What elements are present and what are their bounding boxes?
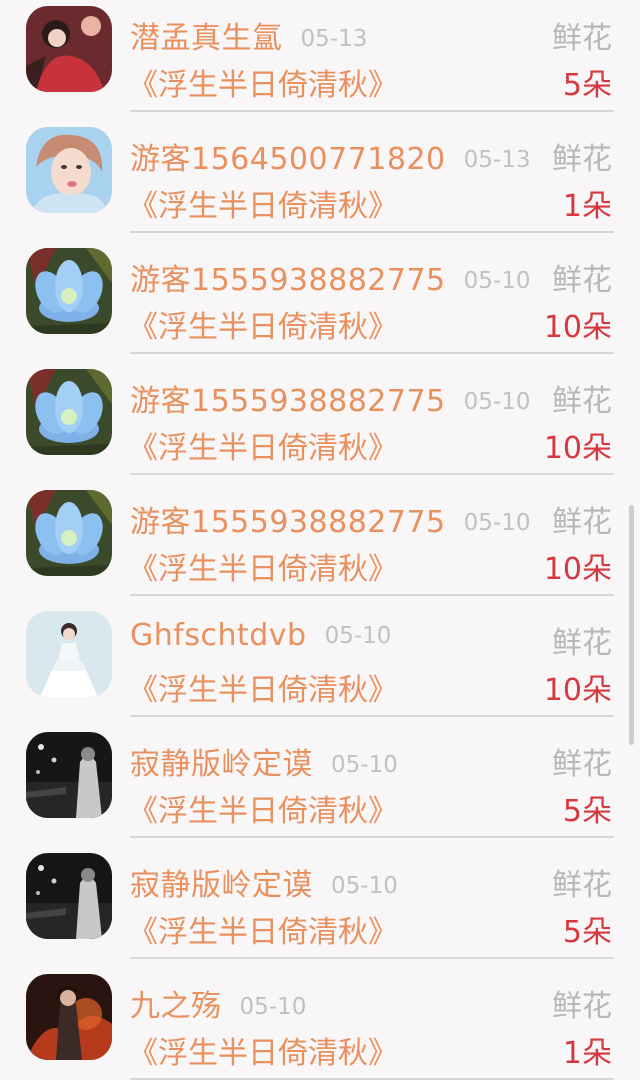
list-item[interactable]: 游客1555938882775 05-10 鲜花 《浮生半日倚清秋》 10朵: [0, 354, 640, 475]
list-item[interactable]: Ghfschtdvb 05-10 鲜花 《浮生半日倚清秋》 10朵: [0, 596, 640, 717]
gift-record-list: 潜孟真生氲 05-13 鲜花 《浮生半日倚清秋》 5朵 游客15645007718…: [0, 0, 640, 1080]
record-date: 05-10: [239, 994, 307, 1020]
list-item[interactable]: 寂静版岭定谟 05-10 鲜花 《浮生半日倚清秋》 5朵: [0, 838, 640, 959]
gift-type: 鲜花: [552, 989, 612, 1024]
user-name-text: 游客1555938882775: [130, 505, 446, 540]
book-title: 《浮生半日倚清秋》: [128, 794, 398, 829]
user-name: 游客1564500771820 05-13: [130, 134, 530, 178]
avatar[interactable]: [26, 611, 112, 697]
gift-type: 鲜花: [552, 384, 612, 419]
record-date: 05-13: [300, 26, 368, 52]
list-item[interactable]: 游客1564500771820 05-13 鲜花 《浮生半日倚清秋》 1朵: [0, 112, 640, 233]
book-title: 《浮生半日倚清秋》: [128, 189, 398, 224]
gift-count: 10朵: [543, 552, 612, 587]
gift-count: 1朵: [562, 189, 612, 224]
list-item[interactable]: 游客1555938882775 05-10 鲜花 《浮生半日倚清秋》 10朵: [0, 233, 640, 354]
gift-type: 鲜花: [552, 868, 612, 903]
user-name-text: 游客1555938882775: [130, 263, 446, 298]
gift-type: 鲜花: [552, 21, 612, 56]
gift-type: 鲜花: [552, 263, 612, 298]
user-name: 寂静版岭定谟 05-10: [130, 739, 398, 783]
book-title: 《浮生半日倚清秋》: [128, 431, 398, 466]
gift-type: 鲜花: [552, 505, 612, 540]
gift-type: 鲜花: [552, 626, 612, 661]
user-name: 游客1555938882775 05-10: [130, 497, 530, 541]
book-title: 《浮生半日倚清秋》: [128, 1036, 398, 1071]
record-date: 05-10: [463, 268, 531, 294]
user-name-text: Ghfschtdvb: [130, 618, 307, 653]
book-title: 《浮生半日倚清秋》: [128, 552, 398, 587]
avatar[interactable]: [26, 127, 112, 213]
book-title: 《浮生半日倚清秋》: [128, 915, 398, 950]
record-date: 05-13: [463, 147, 531, 173]
avatar[interactable]: [26, 853, 112, 939]
list-item[interactable]: 潜孟真生氲 05-13 鲜花 《浮生半日倚清秋》 5朵: [0, 0, 640, 112]
record-date: 05-10: [331, 752, 398, 778]
book-title: 《浮生半日倚清秋》: [128, 310, 398, 345]
user-name-text: 游客1555938882775: [130, 384, 446, 419]
gift-type: 鲜花: [552, 747, 612, 782]
user-name: 寂静版岭定谟 05-10: [130, 860, 398, 904]
user-name-text: 潜孟真生氲: [130, 21, 283, 56]
user-name: 游客1555938882775 05-10: [130, 376, 530, 420]
user-name-text: 寂静版岭定谟: [130, 747, 313, 782]
avatar[interactable]: [26, 6, 112, 92]
gift-type: 鲜花: [552, 142, 612, 177]
gift-count: 1朵: [562, 1036, 612, 1071]
avatar[interactable]: [26, 732, 112, 818]
user-name: 九之殇 05-10: [130, 981, 306, 1025]
avatar[interactable]: [26, 490, 112, 576]
avatar[interactable]: [26, 369, 112, 455]
record-date: 05-10: [324, 623, 392, 649]
list-item[interactable]: 九之殇 05-10 鲜花 《浮生半日倚清秋》 1朵: [0, 959, 640, 1080]
gift-count: 10朵: [543, 431, 612, 466]
user-name: 游客1555938882775 05-10: [130, 255, 530, 299]
avatar[interactable]: [26, 248, 112, 334]
user-name-text: 九之殇: [130, 989, 222, 1024]
record-date: 05-10: [331, 873, 398, 899]
record-date: 05-10: [463, 389, 531, 415]
gift-count: 5朵: [562, 915, 612, 950]
user-name: 潜孟真生氲 05-13: [130, 13, 367, 57]
user-name-text: 游客1564500771820: [130, 142, 446, 177]
gift-count: 10朵: [543, 673, 612, 708]
book-title: 《浮生半日倚清秋》: [128, 68, 398, 103]
scrollbar[interactable]: [629, 505, 634, 745]
avatar[interactable]: [26, 974, 112, 1060]
user-name-text: 寂静版岭定谟: [130, 868, 313, 903]
gift-count: 10朵: [543, 310, 612, 345]
book-title: 《浮生半日倚清秋》: [128, 673, 398, 708]
gift-count: 5朵: [562, 794, 612, 829]
list-item[interactable]: 游客1555938882775 05-10 鲜花 《浮生半日倚清秋》 10朵: [0, 475, 640, 596]
user-name: Ghfschtdvb 05-10: [130, 618, 391, 653]
gift-count: 5朵: [562, 68, 612, 103]
record-date: 05-10: [463, 510, 531, 536]
list-item[interactable]: 寂静版岭定谟 05-10 鲜花 《浮生半日倚清秋》 5朵: [0, 717, 640, 838]
